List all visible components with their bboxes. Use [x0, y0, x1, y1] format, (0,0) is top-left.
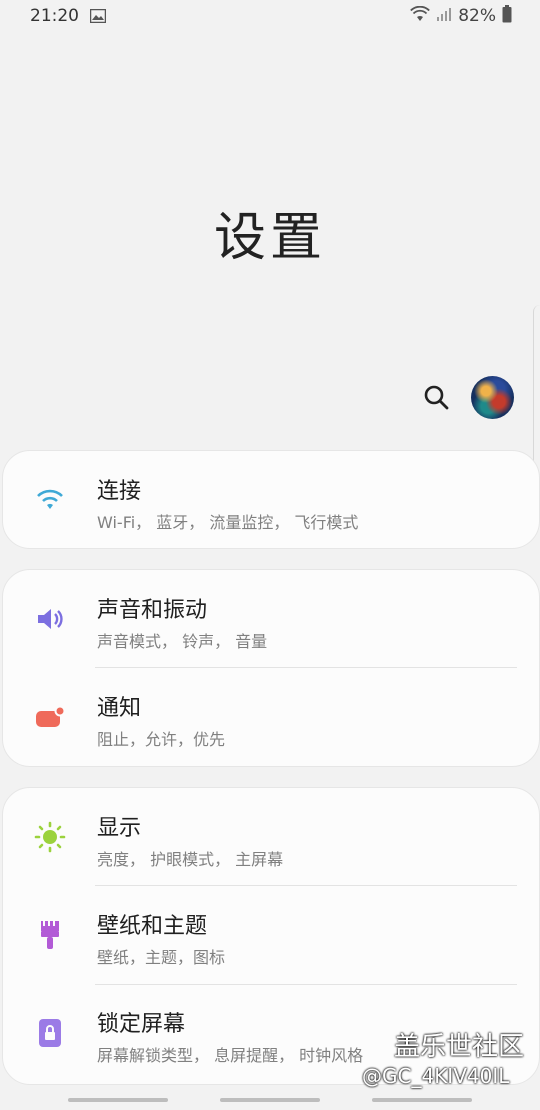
battery-percent: 82%: [458, 6, 496, 26]
wifi-icon: [33, 483, 67, 517]
status-time: 21:20: [30, 6, 79, 26]
speaker-icon: [33, 602, 67, 636]
settings-item-connections[interactable]: 连接 Wi-Fi， 蓝牙， 流量监控， 飞行模式: [3, 451, 539, 549]
signal-icon: [436, 6, 452, 26]
brush-icon: [33, 918, 67, 952]
item-subtitle: Wi-Fi， 蓝牙， 流量监控， 飞行模式: [97, 513, 359, 532]
item-subtitle: 亮度， 护眼模式， 主屏幕: [97, 850, 284, 869]
item-title: 显示: [97, 816, 142, 841]
settings-item-display[interactable]: 显示 亮度， 护眼模式， 主屏幕: [3, 788, 539, 886]
item-title: 声音和振动: [97, 598, 208, 623]
search-icon[interactable]: [422, 383, 452, 413]
nav-recents-pill[interactable]: [68, 1098, 168, 1102]
item-title: 壁纸和主题: [97, 914, 208, 939]
settings-item-wallpaper-theme[interactable]: 壁纸和主题 壁纸，主题，图标: [3, 886, 539, 984]
notification-icon: [33, 700, 67, 734]
status-bar: 21:20 82%: [0, 0, 540, 34]
nav-back-pill[interactable]: [372, 1098, 472, 1102]
page-title: 设置: [213, 208, 326, 268]
settings-card-connections: 连接 Wi-Fi， 蓝牙， 流量监控， 飞行模式: [2, 450, 540, 549]
settings-item-notifications[interactable]: 通知 阻止，允许，优先: [3, 668, 539, 766]
gallery-notification-icon: [89, 8, 107, 27]
item-title: 连接: [97, 479, 142, 504]
item-subtitle: 阻止，允许，优先: [97, 730, 226, 749]
wifi-status-icon: [410, 5, 431, 26]
item-title: 通知: [97, 696, 142, 721]
item-title: 锁定屏幕: [97, 1012, 186, 1037]
item-subtitle: 屏幕解锁类型， 息屏提醒， 时钟风格: [97, 1046, 364, 1065]
navigation-bar: [0, 1090, 540, 1110]
item-subtitle: 壁纸，主题，图标: [97, 948, 226, 967]
item-subtitle: 声音模式， 铃声， 音量: [97, 632, 268, 651]
nav-home-pill[interactable]: [220, 1098, 320, 1102]
watermark-handle: @GC_4KIV40IL: [362, 1064, 510, 1088]
brightness-icon: [33, 820, 67, 854]
battery-icon: [502, 5, 512, 27]
settings-card-sound: 声音和振动 声音模式， 铃声， 音量 通知 阻止，允许，优先: [2, 569, 540, 767]
settings-item-sound[interactable]: 声音和振动 声音模式， 铃声， 音量: [3, 570, 539, 668]
avatar[interactable]: [471, 376, 514, 419]
lock-icon: [33, 1016, 67, 1050]
watermark-brand: 盖乐世社区: [394, 1032, 525, 1062]
